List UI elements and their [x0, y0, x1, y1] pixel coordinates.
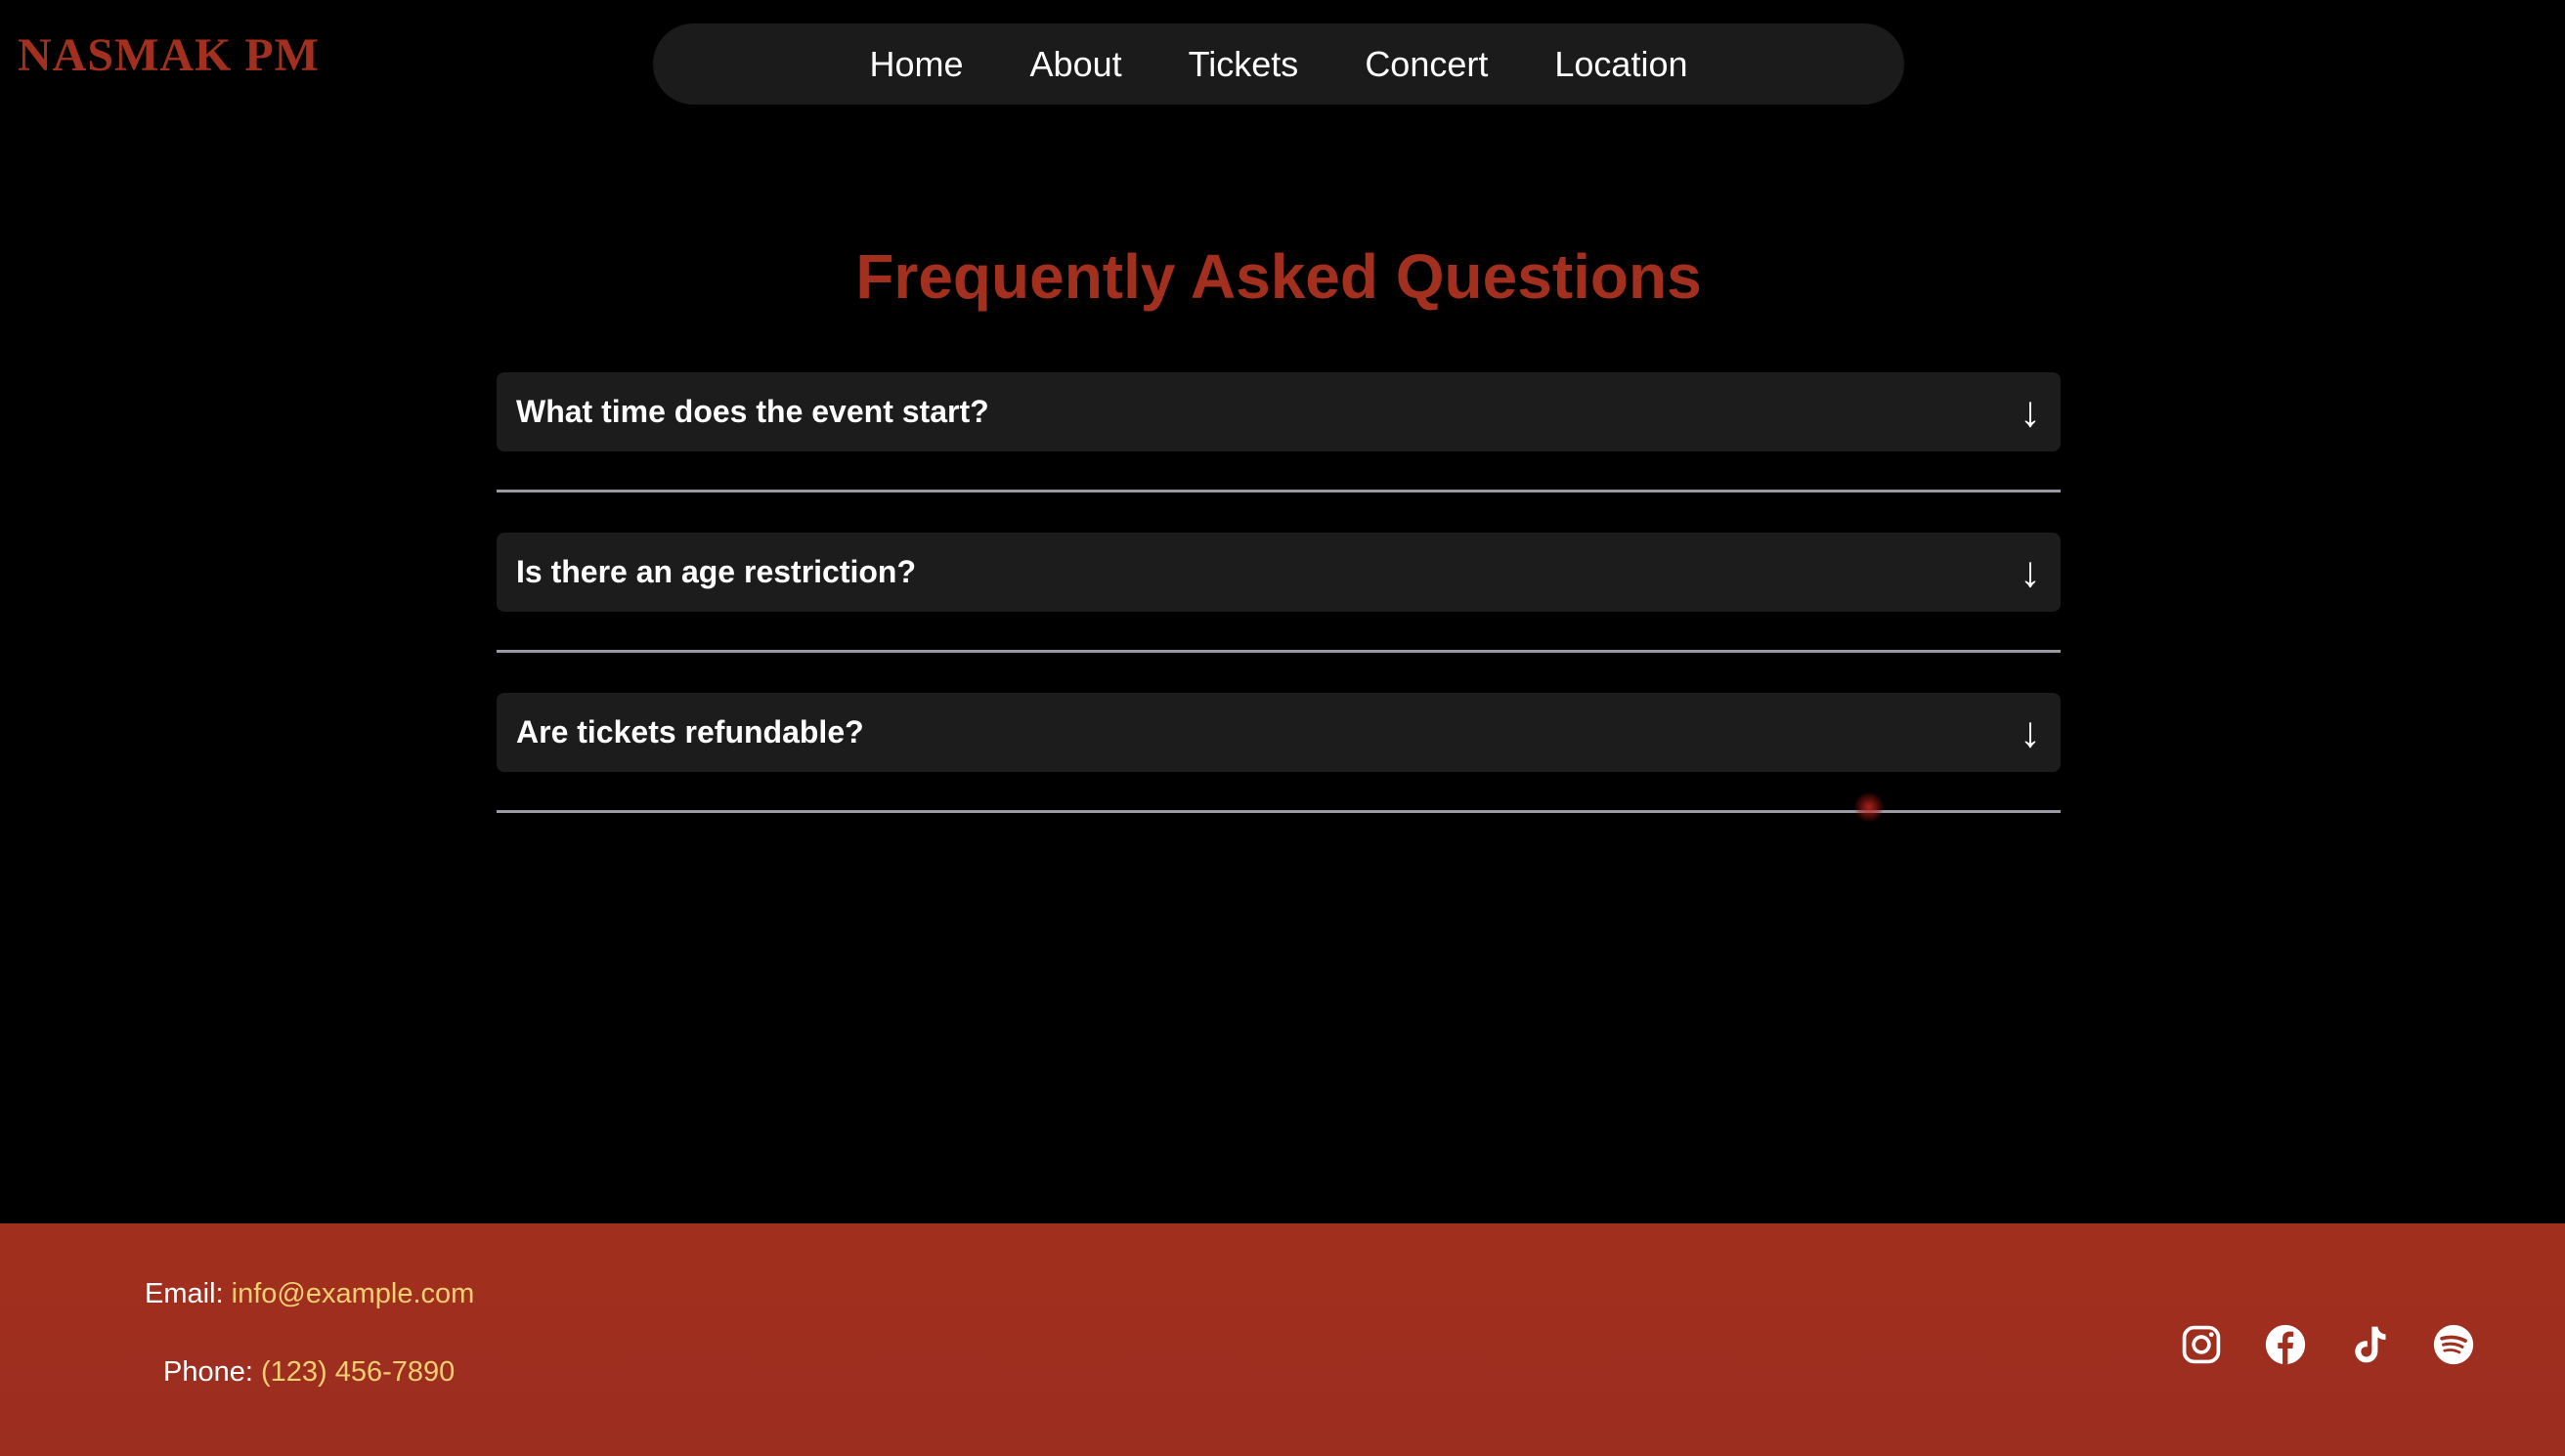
faq-item: Is there an age restriction? ↓	[497, 533, 2061, 693]
nav-item-tickets[interactable]: Tickets	[1189, 23, 1299, 105]
email-link[interactable]: info@example.com	[232, 1278, 475, 1309]
social-links	[2180, 1323, 2475, 1366]
cursor-glow	[1854, 792, 1884, 822]
instagram-icon[interactable]	[2180, 1323, 2223, 1366]
nav-item-concert[interactable]: Concert	[1365, 23, 1488, 105]
phone-label: Phone:	[163, 1356, 253, 1388]
contact-phone: Phone: (123) 456-7890	[163, 1356, 455, 1389]
faq-title: Frequently Asked Questions	[855, 241, 1702, 312]
tiktok-icon[interactable]	[2348, 1323, 2391, 1366]
spotify-icon[interactable]	[2432, 1323, 2475, 1366]
arrow-down-icon: ↓	[2020, 387, 2041, 436]
arrow-down-icon: ↓	[2020, 547, 2041, 596]
faq-list: What time does the event start? ↓ Is the…	[497, 372, 2061, 853]
site-logo[interactable]: NASMAK PM	[18, 27, 320, 84]
arrow-down-icon: ↓	[2020, 707, 2041, 756]
nav-item-about[interactable]: About	[1030, 23, 1122, 105]
contact-email: Email: info@example.com	[145, 1278, 474, 1310]
faq-divider	[497, 490, 2061, 492]
faq-question-button[interactable]: What time does the event start? ↓	[497, 372, 2061, 451]
faq-question-button[interactable]: Are tickets refundable? ↓	[497, 693, 2061, 772]
site-footer: Email: info@example.com Phone: (123) 456…	[0, 1223, 2565, 1456]
faq-item: Are tickets refundable? ↓	[497, 693, 2061, 853]
faq-question-text: What time does the event start?	[516, 394, 989, 429]
nav-item-home[interactable]: Home	[870, 23, 964, 105]
faq-item: What time does the event start? ↓	[497, 372, 2061, 533]
faq-divider	[497, 810, 2061, 813]
faq-question-text: Is there an age restriction?	[516, 554, 917, 589]
faq-question-text: Are tickets refundable?	[516, 714, 864, 749]
main-nav: Home About Tickets Concert Location	[653, 23, 1904, 105]
phone-link[interactable]: (123) 456-7890	[261, 1356, 455, 1388]
faq-question-button[interactable]: Is there an age restriction? ↓	[497, 533, 2061, 612]
email-label: Email:	[145, 1278, 224, 1309]
facebook-icon[interactable]	[2264, 1323, 2307, 1366]
nav-item-location[interactable]: Location	[1554, 23, 1687, 105]
faq-divider	[497, 650, 2061, 653]
